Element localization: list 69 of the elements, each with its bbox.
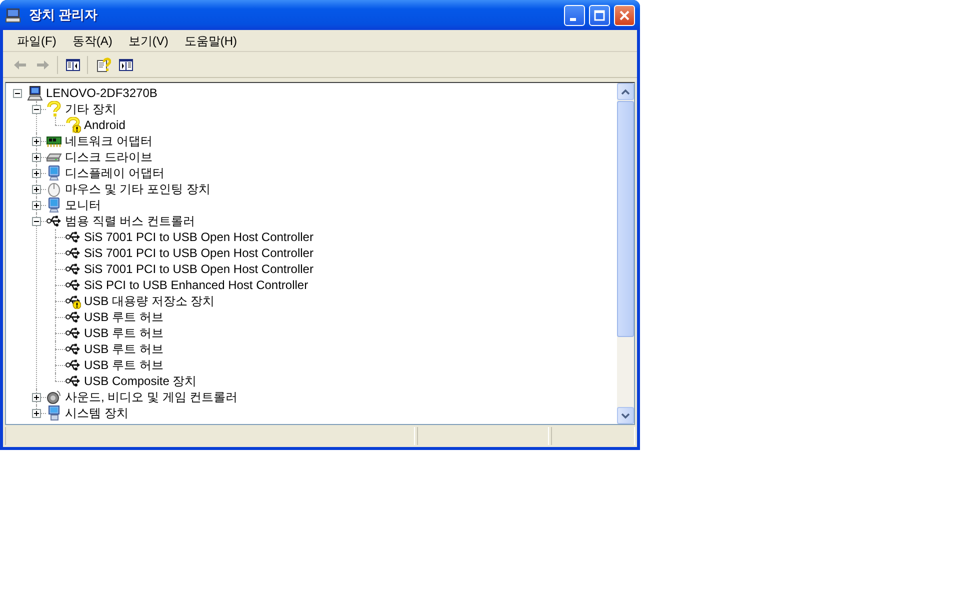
tree-item[interactable]: 네트워크 어댑터 (65, 134, 152, 148)
mouse-icon (46, 181, 62, 197)
usb-icon (65, 261, 81, 277)
tree-item[interactable]: 범용 직렬 버스 컨트롤러 (65, 214, 196, 228)
computer-icon (46, 405, 62, 421)
chevron-up-icon (621, 88, 630, 94)
collapse-icon[interactable] (13, 88, 22, 98)
expand-icon[interactable] (32, 168, 41, 178)
expand-icon[interactable] (32, 136, 41, 146)
computer-icon (27, 85, 43, 101)
tree-item[interactable]: SiS 7001 PCI to USB Open Host Controller (84, 246, 314, 260)
close-button[interactable] (614, 4, 635, 26)
monitor-icon (46, 197, 62, 213)
panel-icon (64, 56, 80, 72)
chevron-down-icon (621, 412, 630, 418)
expand-icon[interactable] (32, 392, 41, 402)
expand-icon[interactable] (32, 184, 41, 194)
monitor-icon (46, 165, 62, 181)
tree-item[interactable]: LENOVO-2DF3270B (46, 86, 158, 100)
tree-item[interactable]: USB Composite 장치 (84, 374, 197, 388)
expand-icon[interactable] (32, 152, 41, 162)
tree-item[interactable]: 모니터 (65, 198, 101, 212)
usb-icon (65, 341, 81, 357)
close-icon (619, 10, 630, 20)
panel-icon (118, 56, 134, 72)
tree-item[interactable]: 디스플레이 어댑터 (65, 166, 164, 180)
maximize-icon (594, 10, 605, 20)
computer-icon (5, 7, 21, 23)
tree-item[interactable]: 사운드, 비디오 및 게임 컨트롤러 (65, 390, 238, 404)
tree-item[interactable]: SiS 7001 PCI to USB Open Host Controller (84, 230, 314, 244)
menu-item[interactable]: 동작(A) (64, 30, 120, 52)
maximize-button[interactable] (589, 4, 610, 26)
menu-item[interactable]: 보기(V) (120, 30, 176, 52)
scrollbar-thumb[interactable] (617, 101, 634, 337)
expand-icon[interactable] (32, 408, 41, 418)
expand-icon[interactable] (32, 200, 41, 210)
help-page-icon (94, 56, 110, 72)
usb-icon (65, 357, 81, 373)
speaker-icon (46, 389, 62, 405)
menu-item[interactable]: 파일(F) (9, 30, 64, 52)
usb-icon (65, 309, 81, 325)
tree-item[interactable]: Android (84, 118, 126, 132)
minimize-button[interactable] (564, 4, 585, 26)
scrollbar[interactable] (617, 83, 634, 424)
tree-item[interactable]: 시스템 장치 (65, 406, 128, 420)
tree-item[interactable]: USB 루트 허브 (84, 310, 164, 324)
tree-item[interactable]: USB 루트 허브 (84, 326, 164, 340)
scroll-down-button[interactable] (617, 407, 634, 424)
menu-item[interactable]: 도움말(H) (176, 30, 245, 52)
scroll-up-button[interactable] (617, 83, 634, 100)
tree-item[interactable]: 마우스 및 기타 포인팅 장치 (65, 182, 210, 196)
tree-item[interactable]: USB 루트 허브 (84, 358, 164, 372)
tree-item[interactable]: SiS 7001 PCI to USB Open Host Controller (84, 262, 314, 276)
tree-item[interactable]: 기타 장치 (65, 102, 116, 116)
question-mark-icon (46, 101, 62, 117)
usb-icon (65, 229, 81, 245)
tree-item[interactable]: 디스크 드라이브 (65, 150, 152, 164)
usb-icon (65, 373, 81, 389)
tree-item[interactable]: SiS PCI to USB Enhanced Host Controller (84, 278, 308, 292)
usb-icon (65, 245, 81, 261)
usb-icon (65, 277, 81, 293)
collapse-icon[interactable] (32, 216, 41, 226)
tree-item[interactable]: USB 루트 허브 (84, 342, 164, 356)
minimize-icon (570, 18, 576, 20)
window-title: 장치 관리자 (29, 6, 99, 24)
usb-icon (46, 213, 62, 229)
usb-icon (65, 325, 81, 341)
tree-item[interactable]: USB 대용량 저장소 장치 (84, 294, 215, 308)
collapse-icon[interactable] (32, 104, 41, 114)
